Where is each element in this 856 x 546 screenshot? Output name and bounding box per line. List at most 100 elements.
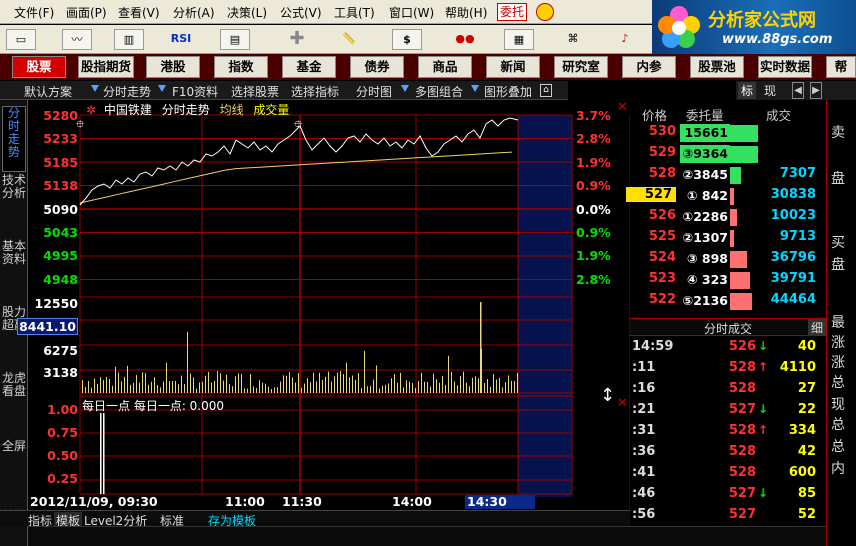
orderbook-row[interactable]: 523 ④ 323 39791 [630,271,826,291]
ind-label: 0.50 [47,448,78,463]
dollar-icon[interactable]: $ [392,29,422,50]
bell-icon[interactable]: ♪ [610,29,640,50]
menu-file[interactable]: 文件(F) [14,4,54,21]
dropdown-arrow-icon[interactable] [91,85,99,92]
resize-handle-icon[interactable]: ↕ [600,385,615,406]
nav-bonds[interactable]: 债券 [350,56,404,78]
nav-commodities[interactable]: 商品 [418,56,472,78]
menu-window[interactable]: 窗口(W) [389,4,434,21]
tab-f10[interactable]: F10资料 [172,83,218,100]
volume-bar [400,372,401,393]
nav-stock-pool[interactable]: 股票池 [690,56,744,78]
lock-icon[interactable]: ⌂ [540,84,552,97]
orderbook-row[interactable]: 526 ①2286 10023 [630,208,826,228]
tab-multi-chart[interactable]: 多图组合 [415,83,463,100]
volume-bar [121,381,122,393]
bars-chart-icon[interactable]: ▤ [220,29,250,50]
orderbook-row[interactable]: 530 15661 [630,124,826,144]
refresh-icon[interactable] [536,3,554,21]
menu-formula[interactable]: 公式(V) [280,4,322,21]
tab-overlay[interactable]: 图形叠加 [484,83,532,100]
volume-bar [181,375,182,393]
ruler-icon[interactable]: 📏 [334,29,364,50]
binoculars-icon[interactable]: ⌘ [558,29,588,50]
volume-bar [289,372,290,393]
menu-decision[interactable]: 决策(L) [227,4,267,21]
open-folder-icon[interactable]: ▭ [6,29,36,50]
nav-research[interactable]: 研究室 [554,56,608,78]
nav-stocks[interactable]: 股票 [12,56,66,78]
volume-bar [196,388,197,393]
tab-intraday-chart[interactable]: 分时图 [356,83,392,100]
entrust-button[interactable]: 委托 [497,3,527,21]
right-strip-label: 总 [831,417,845,433]
ob-price: 530 [648,124,676,139]
indicator-axis: 1.00 0.75 0.50 0.25 [28,400,78,500]
nav-index[interactable]: 指数 [214,56,268,78]
orderbook-row[interactable]: 527 ① 842 30838 [626,187,826,207]
intraday-chart-icon[interactable]: 〰 [62,29,92,50]
ltab-fullscreen[interactable]: 全屏 [2,440,26,470]
volume-bar [253,386,254,393]
time-label: 11:30 [282,494,322,509]
menu-help[interactable]: 帮助(H) [445,4,487,21]
blocks-icon[interactable]: ▦ [504,29,534,50]
volume-bar [358,373,359,393]
indicator-spike [100,413,102,494]
ltab-strength[interactable]: 股力超赢 [2,306,26,366]
volume-bar [499,378,500,393]
menu-view[interactable]: 查看(V) [118,4,160,21]
close-chart-icon[interactable]: ✕ [617,100,628,115]
tab-intraday[interactable]: 分时走势 [103,83,151,100]
volume-bar [259,380,260,393]
close-indicator-icon[interactable]: ✕ [617,396,628,411]
menu-screen[interactable]: 画面(P) [66,4,107,21]
volume-bar [352,375,353,393]
tab-select-indicator[interactable]: 选择指标 [291,83,339,100]
ltab-dragon-tiger[interactable]: 龙虎看盘 [2,372,26,432]
nav-more[interactable]: 帮 [826,56,856,78]
dropdown-arrow-icon[interactable] [471,85,479,92]
nav-index-futures[interactable]: 股指期货 [78,56,134,78]
traffic-light-icon[interactable]: ●● [450,29,480,50]
orderbook-row[interactable]: 524 ③ 898 36796 [630,250,826,270]
trades-detail-tab[interactable]: 细 [808,319,826,336]
trade-volume: 22 [797,402,816,417]
orderbook-row[interactable]: 528 ②3845 7307 [630,166,826,186]
tab-default-scheme[interactable]: 默认方案 [24,83,72,100]
orderbook-row[interactable]: 522 ⑤2136 44464 [630,292,826,312]
move-icon[interactable]: ✚ [282,29,312,50]
menu-analysis[interactable]: 分析(A) [173,4,215,21]
volume-bar [475,376,476,393]
trade-time: :36 [632,444,656,459]
ob-price: 529 [648,145,676,160]
rsi-button[interactable]: RSI [166,29,196,50]
dropdown-arrow-icon[interactable] [158,85,166,92]
nav-news[interactable]: 新闻 [486,56,540,78]
toolbar: ▭ 〰 ▥ RSI ▤ ✚ 📏 $ ●● ▦ ⌘ ♪ [0,25,652,54]
tab-current[interactable]: 现 [764,82,776,99]
ob-col-volume: 委托量 [686,108,724,123]
nav-hk-stocks[interactable]: 港股 [146,56,200,78]
bottom-tab-bar: 指标 模板 Level2分析 标准 存为模板 [0,510,630,529]
volume-bar [328,371,329,393]
scroll-left-icon[interactable]: ◀ [792,82,804,99]
tab-select-stock[interactable]: 选择股票 [231,83,279,100]
kline-chart-icon[interactable]: ▥ [114,29,144,50]
tab-mark[interactable]: 标 [738,82,756,99]
volume-bar [493,374,494,393]
nav-insider[interactable]: 内参 [622,56,676,78]
orderbook-row[interactable]: 525 ②1307 9713 [630,229,826,249]
ob-col-price: 价格 [642,108,668,123]
orderbook-row[interactable]: 529 ③9364 [630,145,826,165]
menu-tools[interactable]: 工具(T) [334,4,375,21]
volume-bar [229,384,230,393]
volume-bar [370,385,371,393]
nav-funds[interactable]: 基金 [282,56,336,78]
nav-realtime-data[interactable]: 实时数据 [758,56,812,78]
volume-bar [142,372,143,393]
dropdown-arrow-icon[interactable] [401,85,409,92]
trade-row: :56 527 52 [630,507,826,527]
volume-bar [403,387,404,393]
scroll-right-icon[interactable]: ▶ [810,82,822,99]
